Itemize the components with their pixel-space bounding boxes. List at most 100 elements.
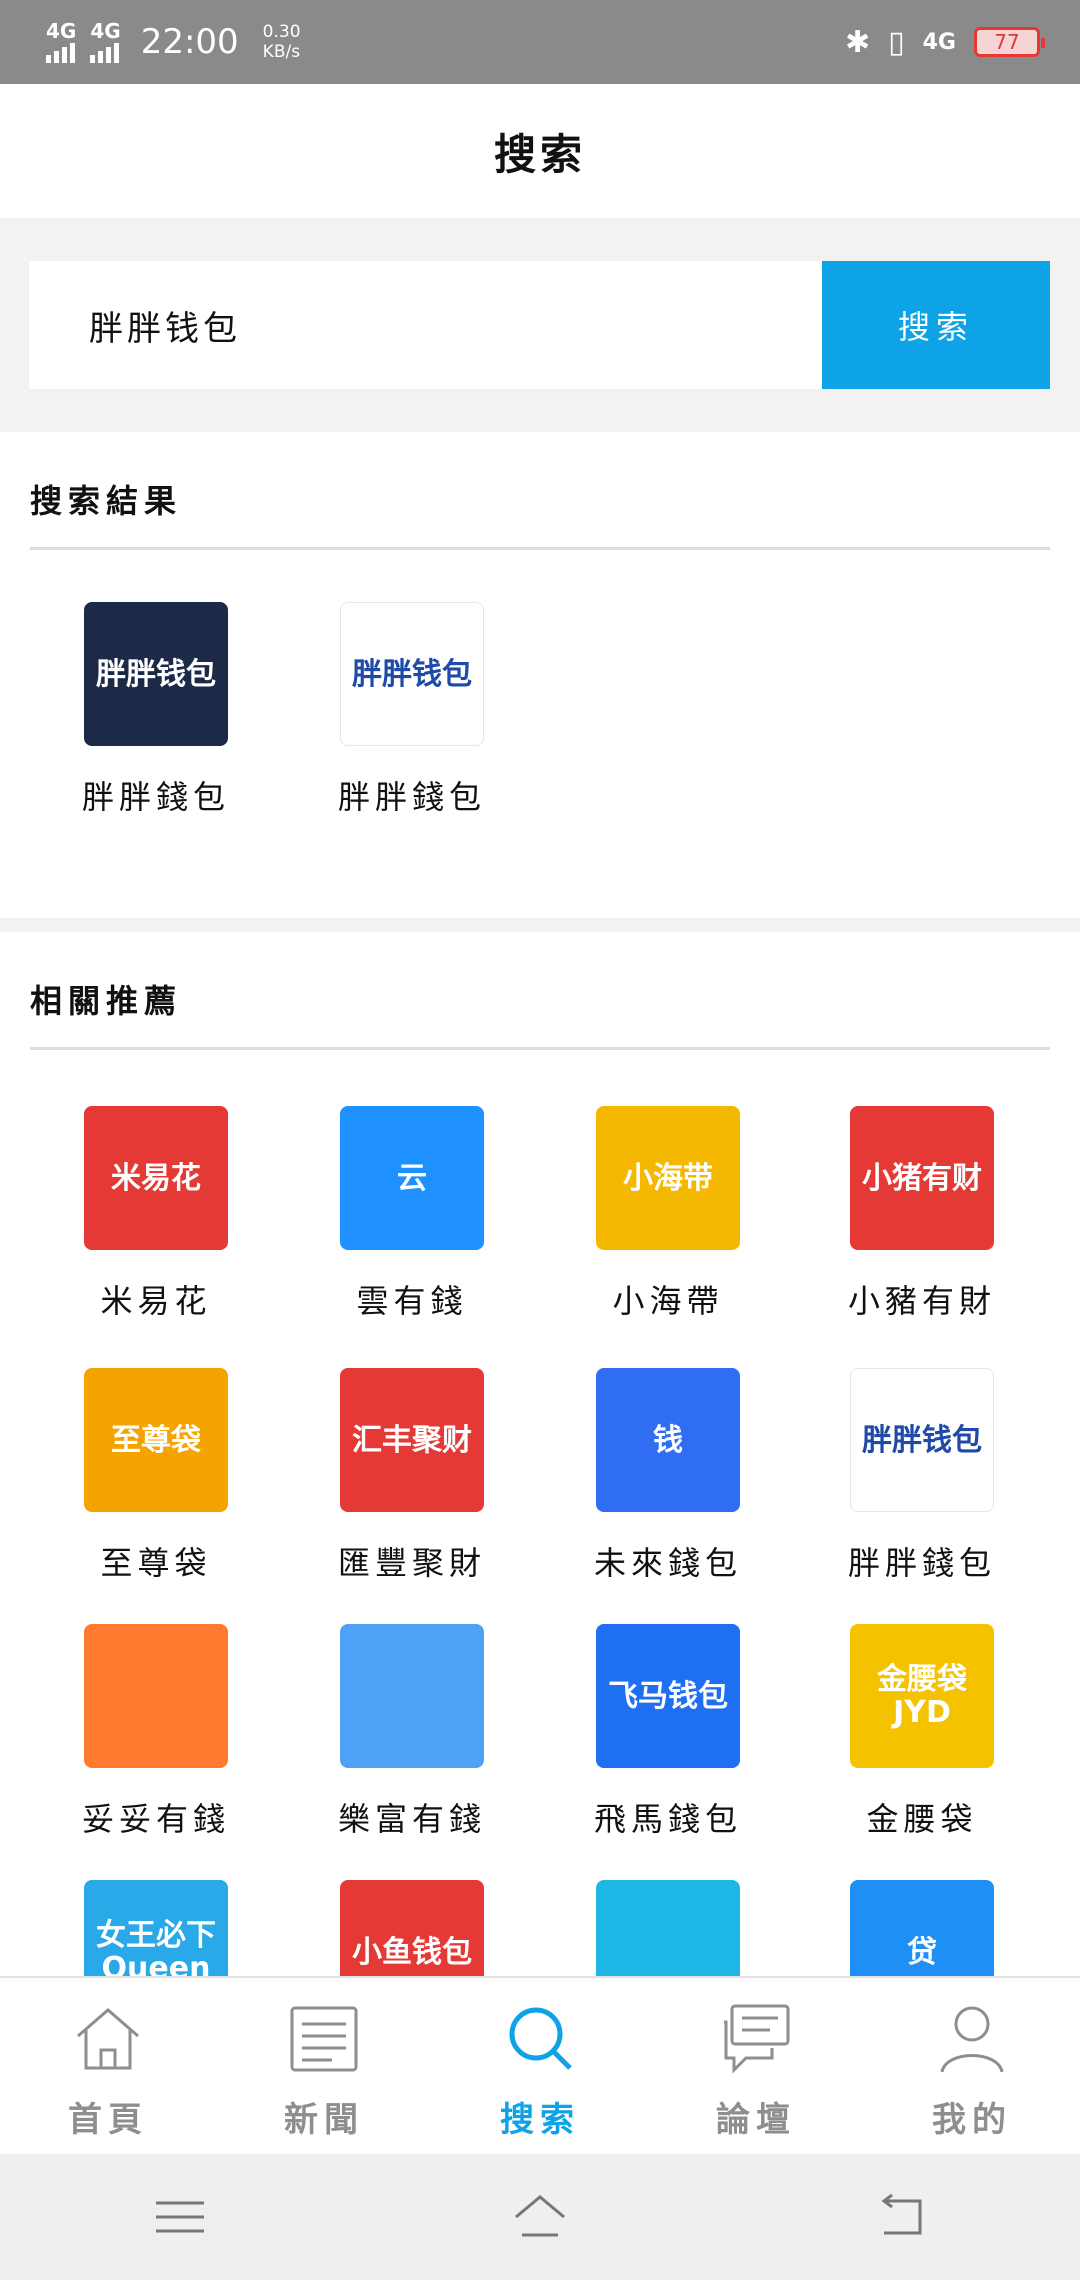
signal-icon: 4G — [46, 21, 76, 63]
icon-label: 贷 — [907, 1934, 937, 1970]
results-heading: 搜索結果 — [30, 482, 183, 520]
app-item[interactable] — [568, 1880, 768, 1976]
icon-label: 汇丰聚财 — [352, 1422, 472, 1458]
app-item[interactable]: 樂富有錢 — [312, 1624, 512, 1840]
belt-icon: 金腰袋 JYD — [850, 1624, 994, 1768]
app-name: 匯豐聚財 — [337, 1544, 486, 1582]
header: 搜索 — [0, 84, 1080, 218]
app-name: 金腰袋 — [866, 1800, 978, 1838]
divider — [30, 547, 1050, 550]
icon-label: 胖胖钱包 — [862, 1422, 982, 1458]
dai-icon: 贷 — [850, 1880, 994, 1976]
signal-icon: 4G — [90, 21, 121, 63]
app-item[interactable]: 胖胖钱包 胖胖錢包 — [822, 1368, 1022, 1584]
fat-pig-wallet-icon: 胖胖钱包 — [84, 602, 228, 746]
search-icon — [509, 2007, 572, 2070]
icon-label: 小海带 — [623, 1160, 713, 1196]
search-input[interactable] — [29, 261, 822, 389]
system-nav — [0, 2154, 1080, 2280]
search-button[interactable]: 搜索 — [822, 261, 1050, 389]
fat-wallet-logo-icon: 胖胖钱包 — [340, 602, 484, 746]
app-item[interactable]: 金腰袋 JYD 金腰袋 — [822, 1624, 1022, 1840]
menu-icon[interactable] — [150, 2187, 210, 2247]
search-bar: 搜索 — [29, 261, 1050, 389]
fish-icon: 小鱼钱包 — [340, 1880, 484, 1976]
huifeng-icon: 汇丰聚财 — [340, 1368, 484, 1512]
app-item[interactable]: 汇丰聚财 匯豐聚財 — [312, 1368, 512, 1584]
app-name: 未來錢包 — [593, 1544, 742, 1582]
network-type: 4G — [922, 29, 956, 55]
icon-label: 至尊袋 — [111, 1422, 201, 1458]
app-item[interactable]: 米易花 米易花 — [56, 1106, 256, 1322]
search-results-section: 搜索結果 胖胖钱包 胖胖錢包 胖胖钱包 胖胖錢包 — [0, 432, 1080, 918]
flower-icon: 米易花 — [84, 1106, 228, 1250]
app-name: 胖胖錢包 — [847, 1544, 996, 1582]
icon-label: 米易花 — [111, 1160, 201, 1196]
app-item[interactable]: 飞马钱包 飛馬錢包 — [568, 1624, 768, 1840]
app-name: 米易花 — [100, 1282, 212, 1320]
icon-label: 金腰袋 JYD — [877, 1662, 967, 1730]
seaweed-icon: 小海带 — [596, 1106, 740, 1250]
app-item[interactable]: 胖胖钱包 胖胖錢包 — [312, 602, 512, 818]
app-icon — [596, 1880, 740, 1976]
app-item[interactable]: 女王必下 Queen — [56, 1880, 256, 1976]
user-icon — [940, 2006, 1004, 2073]
fat-wallet-logo-icon: 胖胖钱包 — [850, 1368, 994, 1512]
app-name: 胖胖錢包 — [337, 778, 486, 816]
clock: 22:00 — [140, 22, 239, 62]
bottom-nav: 首頁 新聞 搜索 論壇 我的 — [0, 1976, 1080, 2154]
app-name: 樂富有錢 — [337, 1800, 486, 1838]
app-item[interactable]: 贷 — [822, 1880, 1022, 1976]
app-name: 小海帶 — [612, 1282, 724, 1320]
fortune-god-icon: 至尊袋 — [84, 1368, 228, 1512]
app-name: 至尊袋 — [100, 1544, 212, 1582]
nav-home[interactable]: 首頁 — [0, 1978, 216, 2154]
nav-profile[interactable]: 我的 — [864, 1978, 1080, 2154]
icon-label: 女王必下 Queen — [96, 1918, 216, 1976]
app-item[interactable]: 至尊袋 至尊袋 — [56, 1368, 256, 1584]
icon-label: 胖胖钱包 — [352, 656, 472, 692]
app-item[interactable]: 小猪有财 小豬有財 — [822, 1106, 1022, 1322]
battery-icon: 77 — [974, 27, 1045, 57]
status-bar: 4G 4G 22:00 0.30 KB/s ✱ ▯ 4G 77 — [0, 0, 1080, 84]
app-item[interactable]: 小鱼钱包 — [312, 1880, 512, 1976]
app-name: 雲有錢 — [356, 1282, 468, 1320]
back-icon[interactable] — [870, 2187, 930, 2247]
nav-search[interactable]: 搜索 — [432, 1978, 648, 2154]
hand-icon — [84, 1624, 228, 1768]
icon-label: 钱 — [653, 1422, 683, 1458]
pig-icon: 小猪有财 — [850, 1106, 994, 1250]
home-button-icon[interactable] — [510, 2187, 570, 2247]
app-name: 妥妥有錢 — [81, 1800, 230, 1838]
icon-label: 小猪有财 — [862, 1160, 982, 1196]
icon-label: 飞马钱包 — [608, 1678, 728, 1714]
icon-label: 胖胖钱包 — [96, 656, 216, 692]
related-heading: 相關推薦 — [30, 982, 183, 1020]
queen-icon: 女王必下 Queen — [84, 1880, 228, 1976]
icon-label: 云 — [397, 1160, 427, 1196]
related-section: 相關推薦 米易花 米易花云雲有錢 小海带 小海帶 小猪有财 小豬有財 至尊袋 至尊袋 汇丰聚财匯… — [0, 932, 1080, 1976]
vibrate-icon: ▯ — [888, 24, 905, 60]
app-name: 小豬有財 — [847, 1282, 996, 1320]
app-item[interactable]: 妥妥有錢 — [56, 1624, 256, 1840]
nav-news[interactable]: 新聞 — [216, 1978, 432, 2154]
home-icon — [77, 2008, 139, 2070]
qian-icon: 钱 — [596, 1368, 740, 1512]
news-icon — [290, 2006, 358, 2072]
app-name: 飛馬錢包 — [593, 1800, 742, 1838]
page-title: 搜索 — [493, 129, 586, 179]
bluetooth-icon: ✱ — [844, 24, 871, 60]
forum-icon — [724, 2004, 790, 2074]
divider — [30, 1047, 1050, 1050]
coin-icon — [340, 1624, 484, 1768]
app-item[interactable]: 小海带 小海帶 — [568, 1106, 768, 1322]
cloud-icon: 云 — [340, 1106, 484, 1250]
app-item[interactable]: 胖胖钱包 胖胖錢包 — [56, 602, 256, 818]
app-item[interactable]: 云雲有錢 — [312, 1106, 512, 1322]
nav-forum[interactable]: 論壇 — [648, 1978, 864, 2154]
icon-label: 小鱼钱包 — [352, 1934, 472, 1970]
horse-icon: 飞马钱包 — [596, 1624, 740, 1768]
network-speed: 0.30 KB/s — [262, 22, 301, 62]
app-name: 胖胖錢包 — [81, 778, 230, 816]
app-item[interactable]: 钱未來錢包 — [568, 1368, 768, 1584]
